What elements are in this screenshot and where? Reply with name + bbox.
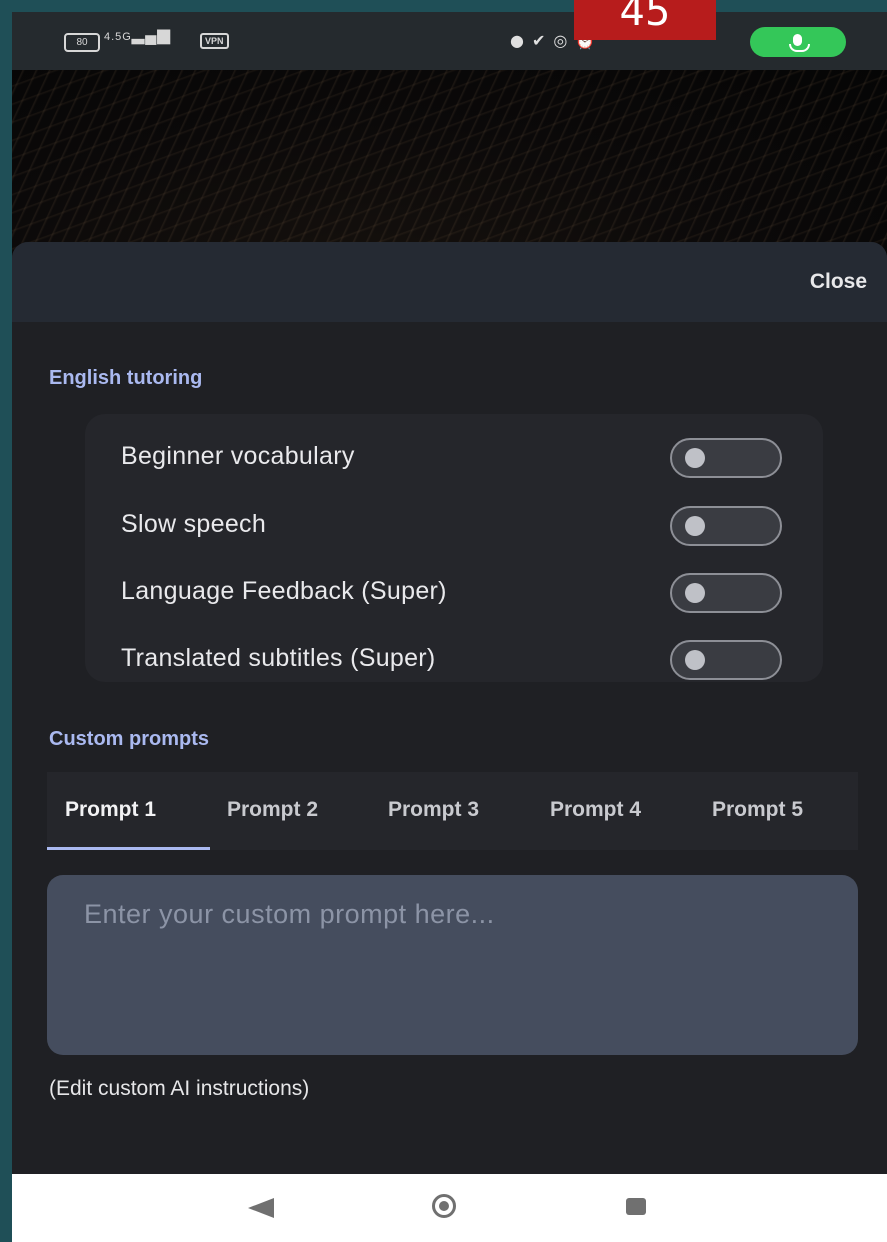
toggle-row-translated-subtitles: Translated subtitles (Super) [85, 632, 823, 692]
translated-subtitles-toggle[interactable] [670, 640, 782, 680]
toggle-row-language-feedback: Language Feedback (Super) [85, 565, 823, 625]
status-bar: 80 4.5G▂▄▆ VPN ●✔◎⏰ [12, 12, 887, 70]
vpn-icon: VPN [200, 33, 229, 49]
active-tab-indicator [47, 847, 210, 850]
english-tutoring-card: Beginner vocabulary Slow speech Language… [85, 414, 823, 682]
prompt-placeholder: Enter your custom prompt here... [84, 899, 495, 929]
signal-icon: 4.5G▂▄▆ [104, 27, 171, 44]
tab-prompt-2[interactable]: Prompt 2 [227, 798, 318, 822]
tab-prompt-1[interactable]: Prompt 1 [65, 798, 156, 822]
language-feedback-toggle[interactable] [670, 573, 782, 613]
toggle-label: Language Feedback (Super) [121, 577, 447, 605]
slide-number-badge: 45 [574, 0, 716, 40]
check-icon: ✔ [531, 31, 554, 50]
home-icon[interactable] [432, 1194, 456, 1218]
custom-prompts-title: Custom prompts [49, 728, 209, 750]
toggle-knob [685, 583, 705, 603]
custom-prompt-input[interactable]: Enter your custom prompt here... [47, 875, 858, 1055]
toggle-row-beginner-vocabulary: Beginner vocabulary [85, 430, 823, 490]
english-tutoring-title: English tutoring [49, 367, 203, 389]
prompt-tabs: Prompt 1 Prompt 2 Prompt 3 Prompt 4 Prom… [47, 772, 858, 850]
navigation-bar [12, 1174, 887, 1242]
back-icon[interactable] [248, 1198, 274, 1218]
tab-prompt-3[interactable]: Prompt 3 [388, 798, 479, 822]
close-button[interactable]: Close [810, 270, 867, 294]
toggle-knob [685, 516, 705, 536]
toggle-label: Beginner vocabulary [121, 442, 355, 470]
settings-sheet: Close English tutoring Beginner vocabula… [12, 242, 887, 1187]
slow-speech-toggle[interactable] [670, 506, 782, 546]
mic-indicator-icon [750, 27, 846, 57]
vpn-label: VPN [205, 36, 224, 46]
recents-icon[interactable] [626, 1198, 646, 1215]
toggle-label: Translated subtitles (Super) [121, 644, 436, 672]
battery-level: 80 [76, 37, 88, 48]
toggle-knob [685, 448, 705, 468]
custom-prompt-hint: (Edit custom AI instructions) [49, 1077, 310, 1100]
phone-screen: 80 4.5G▂▄▆ VPN ●✔◎⏰ Close English tutori… [12, 12, 887, 1242]
battery-icon: 80 [64, 33, 100, 52]
tab-prompt-4[interactable]: Prompt 4 [550, 798, 641, 822]
tab-prompt-5[interactable]: Prompt 5 [712, 798, 803, 822]
toggle-knob [685, 650, 705, 670]
beginner-vocabulary-toggle[interactable] [670, 438, 782, 478]
whatsapp-icon: ◎ [553, 31, 576, 50]
sheet-header: Close [12, 242, 887, 322]
toggle-label: Slow speech [121, 510, 267, 538]
bag-icon: ● [510, 31, 532, 50]
slide-number: 45 [619, 0, 671, 35]
network-type: 4.5G [104, 31, 132, 43]
toggle-row-slow-speech: Slow speech [85, 498, 823, 558]
video-background [12, 70, 887, 260]
mic-base [789, 44, 810, 52]
